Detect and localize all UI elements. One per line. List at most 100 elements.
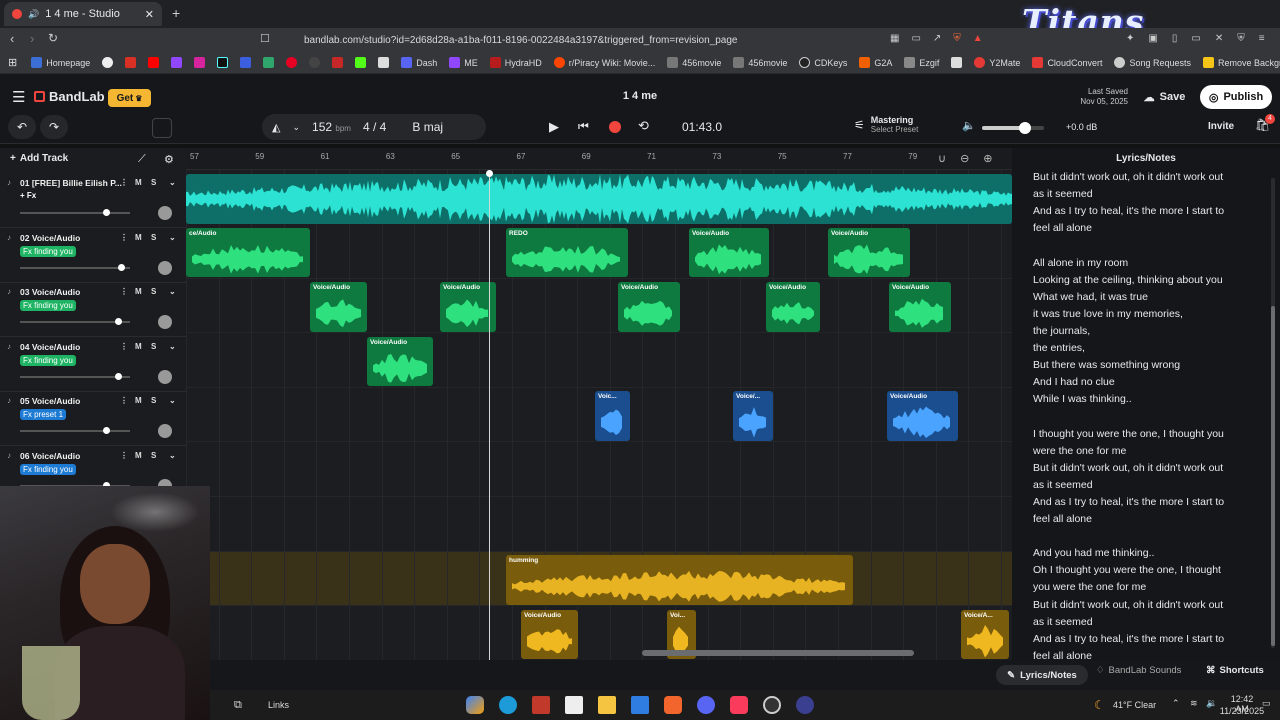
track-fx-chip[interactable]: Fx finding you — [20, 354, 76, 366]
tab-search-icon[interactable]: ▭ — [1191, 33, 1200, 44]
playhead-handle[interactable] — [486, 170, 493, 177]
audio-clip[interactable]: Voice/Audio — [766, 282, 820, 332]
track-header[interactable]: ♪ 02 Voice/Audio Fx finding you ⋮ M S ⌄ — [0, 229, 186, 283]
sidebar-icon[interactable]: ▯ — [1172, 33, 1178, 44]
track-volume-slider[interactable] — [20, 318, 130, 326]
track-fx-chip[interactable]: Fx preset 1 — [20, 409, 67, 421]
track-expand-icon[interactable]: ⌄ — [169, 342, 176, 351]
arrangement-grid[interactable]: ce/Audio REDO Voice/Audio Voice/Audio Voice/… — [186, 170, 1012, 661]
solo-button[interactable]: S — [151, 396, 156, 405]
track-volume-handle[interactable] — [115, 372, 123, 380]
bookmark-homepage[interactable]: Homepage — [31, 57, 90, 68]
discord-icon[interactable] — [697, 696, 715, 714]
obs-icon[interactable] — [763, 696, 781, 714]
track-settings-icon[interactable]: ⚙ — [164, 153, 174, 166]
playhead-time[interactable]: 01:43.0 — [682, 120, 722, 134]
track-name[interactable]: 02 Voice/Audio — [20, 233, 80, 243]
audio-clip[interactable]: Voic... — [595, 391, 630, 441]
bookmark-hydrahd[interactable]: HydraHD — [489, 57, 542, 68]
bookmark-tumblr[interactable] — [240, 57, 252, 68]
edge-icon[interactable] — [499, 696, 517, 714]
track-header[interactable]: ♪ 01 [FREE] Billie Eilish P... + Fx ⋮ M S ⌄ — [0, 174, 186, 228]
playhead[interactable] — [489, 172, 490, 660]
track-volume-handle[interactable] — [117, 263, 125, 271]
audio-clip[interactable]: REDO — [506, 227, 628, 278]
mute-button[interactable]: M — [135, 396, 142, 405]
bandlab-logo[interactable]: BandLab — [34, 89, 105, 104]
track-header[interactable]: ♪ 04 Voice/Audio Fx finding you ⋮ M S ⌄ — [0, 338, 186, 392]
record-mode-icon[interactable] — [152, 118, 172, 138]
audio-clip[interactable]: Voice/Audio — [367, 336, 433, 387]
clock-date[interactable]: 11/23/2025 — [1218, 706, 1266, 716]
track-volume-handle[interactable] — [102, 209, 110, 216]
tab-close-icon[interactable]: ✕ — [145, 8, 154, 21]
bookmark-remove-bg[interactable]: Remove Backgroun... — [1203, 57, 1280, 68]
brave-icon[interactable] — [664, 696, 682, 714]
timeline-ruler[interactable]: 57 59 61 63 65 67 69 71 73 75 77 79 — [186, 148, 1012, 170]
track-expand-icon[interactable]: ⌄ — [169, 396, 176, 405]
track-menu-icon[interactable]: ⋮ — [120, 342, 128, 351]
lyrics-text[interactable]: But it didn't work out, oh it didn't wor… — [1012, 170, 1274, 660]
track-name[interactable]: 05 Voice/Audio — [20, 396, 80, 406]
lyrics-notes-tab[interactable]: ✎ Lyrics/Notes — [996, 665, 1088, 685]
track-volume-handle[interactable] — [115, 318, 123, 326]
audio-clip[interactable]: Voice/Audio — [310, 282, 367, 332]
track-fx-chip[interactable]: + Fx — [20, 191, 36, 200]
cast-icon[interactable]: ▭ — [911, 33, 920, 44]
mute-button[interactable]: M — [135, 451, 142, 460]
apps-icon[interactable]: ⊞ — [8, 56, 17, 69]
weather-icon[interactable]: ☾ — [1094, 698, 1105, 712]
magnet-icon[interactable]: ∪ — [938, 152, 946, 165]
track-volume-slider[interactable] — [20, 263, 130, 271]
metronome-icon[interactable]: ◭ — [272, 121, 280, 134]
mute-button[interactable]: M — [135, 233, 142, 242]
track-pan-knob[interactable] — [158, 369, 172, 384]
track-lane[interactable] — [186, 498, 1012, 552]
track-lane[interactable] — [186, 443, 1012, 497]
skip-to-start-icon[interactable]: ⏮ — [578, 119, 589, 134]
bookmark-456movie-1[interactable]: 456movie — [667, 57, 721, 68]
audio-clip[interactable]: Voice/A... — [961, 609, 1009, 660]
track-volume-slider[interactable] — [20, 427, 130, 435]
key-selector[interactable]: B maj — [412, 120, 443, 134]
bookmark-tiktok[interactable] — [217, 57, 229, 68]
track-expand-icon[interactable]: ⌄ — [169, 178, 176, 187]
track-name[interactable]: 06 Voice/Audio — [20, 451, 80, 461]
mute-button[interactable]: M — [135, 342, 142, 351]
puzzle-icon[interactable]: ✦ — [1126, 33, 1134, 44]
time-signature[interactable]: 4 / 4 — [363, 120, 386, 134]
master-volume-slider[interactable] — [982, 122, 1044, 134]
audio-clip[interactable]: Voice/Audio — [440, 282, 496, 332]
bookmark-song-requests[interactable]: Song Requests — [1114, 57, 1191, 68]
master-volume-icon[interactable]: 🔈 — [962, 119, 976, 132]
hamburger-menu-icon[interactable]: ☰ — [12, 88, 25, 106]
extension-icon[interactable]: ▦ — [890, 33, 899, 44]
bookmark-y2mate[interactable]: Y2Mate — [974, 57, 1020, 68]
audio-clip[interactable]: ce/Audio — [186, 227, 310, 278]
track-header[interactable]: ♪ 03 Voice/Audio Fx finding you ⋮ M S ⌄ — [0, 283, 186, 338]
tempo-field[interactable]: 152 bpm — [312, 120, 351, 134]
audio-clip[interactable]: humming — [506, 555, 853, 605]
audio-clip[interactable]: Voice/Audio — [521, 609, 578, 660]
track-pan-knob[interactable] — [158, 260, 172, 275]
track-menu-icon[interactable]: ⋮ — [120, 287, 128, 296]
bookmark-ezgif[interactable]: Ezgif — [904, 57, 939, 68]
url-field[interactable]: bandlab.com/studio?id=2d68d28a-a1ba-f011… — [280, 31, 880, 49]
audio-clip[interactable]: Voice/Audio — [618, 282, 680, 332]
bookmark-me[interactable]: ME — [449, 57, 478, 68]
audio-clip[interactable]: Voice/Audio — [828, 227, 910, 278]
metronome-dropdown-icon[interactable]: ⌄ — [292, 122, 300, 133]
track-menu-icon[interactable]: ⋮ — [120, 396, 128, 405]
dc-app-icon[interactable] — [565, 696, 583, 714]
bookmark-google[interactable] — [102, 57, 114, 68]
record-icon[interactable] — [609, 121, 621, 133]
solo-button[interactable]: S — [151, 451, 156, 460]
bookmark-youtube[interactable] — [148, 57, 160, 68]
bookmark-piracy[interactable]: r/Piracy Wiki: Movie... — [553, 57, 655, 68]
tab-audio-icon[interactable]: 🔊 — [28, 9, 39, 20]
forward-icon[interactable]: › — [30, 31, 34, 46]
task-view-icon[interactable]: ⧉ — [234, 699, 242, 712]
horizontal-scrollbar[interactable] — [642, 650, 914, 656]
new-tab-icon[interactable]: + — [172, 5, 180, 21]
lyrics-scroll-thumb[interactable] — [1271, 306, 1275, 646]
